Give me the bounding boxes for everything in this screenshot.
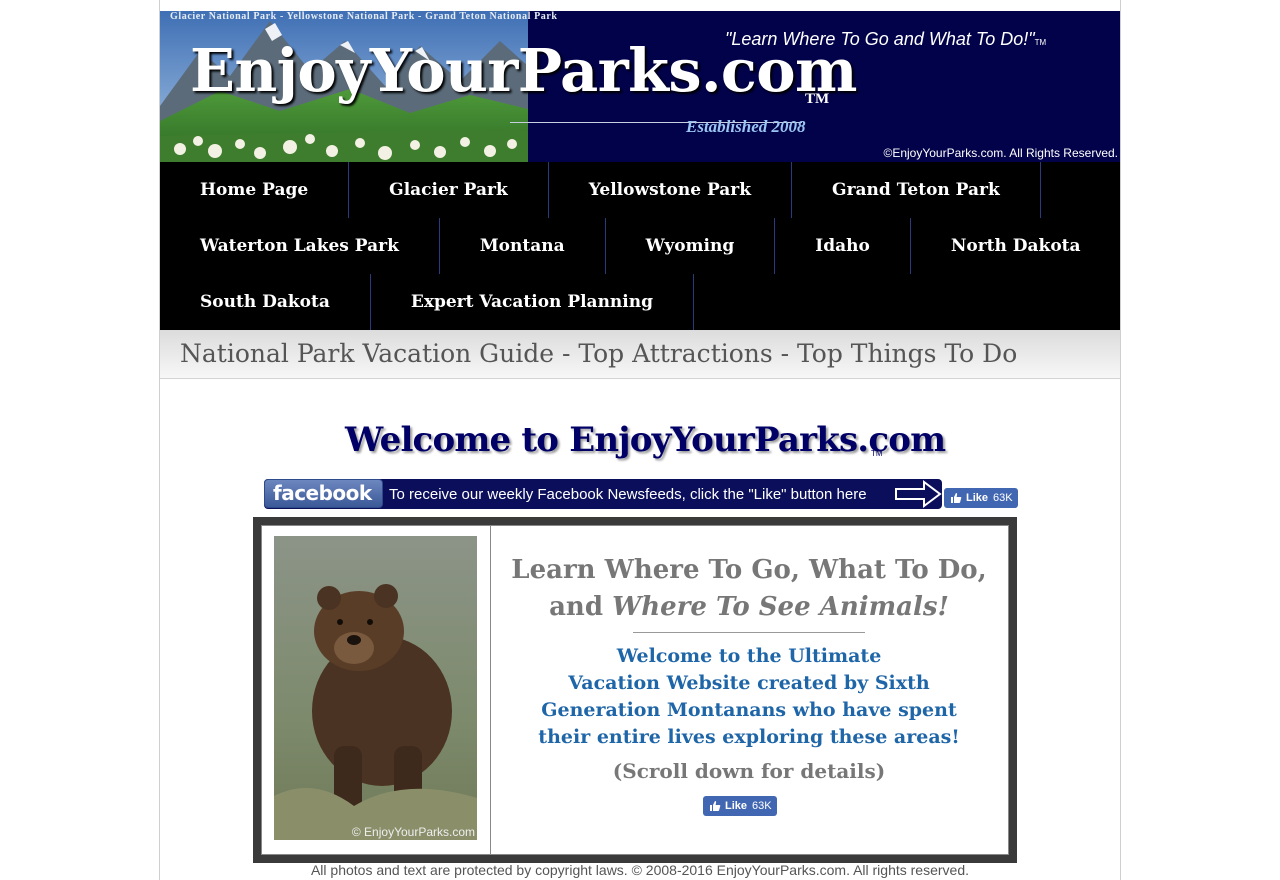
facebook-logo: facebook (264, 479, 383, 508)
nav-home-page[interactable]: Home Page (160, 162, 350, 218)
nav-grand-teton-park[interactable]: Grand Teton Park (792, 162, 1041, 218)
slogan-text: "Learn Where To Go and What To Do!" (725, 29, 1035, 49)
feature-text-panel: Learn Where To Go, What To Do, and Where… (490, 526, 1009, 854)
main-navigation: Home Page Glacier Park Yellowstone Park … (160, 162, 1120, 330)
headline-divider (633, 632, 865, 633)
facebook-banner[interactable]: facebook To receive our weekly Facebook … (264, 479, 942, 509)
feature-headline: Learn Where To Go, What To Do, and Where… (490, 552, 1008, 626)
like-count: 63K (752, 800, 772, 812)
nav-row: South Dakota Expert Vacation Planning (160, 274, 1120, 330)
nav-south-dakota[interactable]: South Dakota (160, 274, 371, 330)
headline-line-2-italic: Where To See Animals! (612, 592, 949, 622)
nav-waterton-lakes-park[interactable]: Waterton Lakes Park (160, 218, 440, 274)
thumbs-up-icon (951, 493, 962, 503)
nav-row: Home Page Glacier Park Yellowstone Park … (160, 162, 1120, 218)
photo-credit: © EnjoyYourParks.com (351, 825, 475, 839)
site-banner[interactable]: Glacier National Park - Yellowstone Nati… (160, 11, 1120, 162)
nav-idaho[interactable]: Idaho (775, 218, 911, 274)
parks-strip-text: Glacier National Park - Yellowstone Nati… (170, 11, 558, 22)
welcome-blurb: Welcome to the Ultimate Vacation Website… (490, 643, 1008, 751)
logo-trademark: TM (805, 91, 830, 107)
feature-box: © EnjoyYourParks.com Learn Where To Go, … (253, 517, 1017, 863)
feature-box-inner: © EnjoyYourParks.com Learn Where To Go, … (261, 525, 1009, 855)
nav-north-dakota[interactable]: North Dakota (911, 218, 1120, 274)
guide-bar-text: National Park Vacation Guide - Top Attra… (180, 339, 1018, 368)
like-label: Like (966, 492, 989, 504)
page-container: Glacier National Park - Yellowstone Nati… (159, 0, 1121, 880)
established-text: Established 2008 (686, 117, 806, 136)
banner-copyright: ©EnjoyYourParks.com. All Rights Reserved… (883, 146, 1119, 160)
nav-row: Waterton Lakes Park Montana Wyoming Idah… (160, 218, 1120, 274)
facebook-like-button[interactable]: Like 63K (944, 488, 1018, 508)
grizzly-bear-photo: © EnjoyYourParks.com (274, 536, 477, 840)
arrow-right-icon (895, 480, 942, 508)
headline-line-2-plain: and (549, 592, 613, 622)
scroll-note: (Scroll down for details) (612, 759, 886, 783)
blurb-line: their entire lives exploring these areas… (538, 726, 960, 748)
nav-montana[interactable]: Montana (440, 218, 606, 274)
footer-copyright: All photos and text are protected by cop… (310, 862, 970, 878)
blurb-line: Welcome to the Ultimate (616, 645, 882, 667)
nav-glacier-park[interactable]: Glacier Park (349, 162, 549, 218)
nav-expert-vacation-planning[interactable]: Expert Vacation Planning (371, 274, 695, 330)
blurb-line: Generation Montanans who have spent (541, 699, 957, 721)
facebook-message: To receive our weekly Facebook Newsfeeds… (389, 486, 867, 503)
thumbs-up-icon (710, 801, 721, 811)
headline-line-2: and Where To See Animals! (490, 589, 1008, 626)
nav-yellowstone-park[interactable]: Yellowstone Park (549, 162, 793, 218)
facebook-logo-text: facebook (273, 481, 372, 505)
guide-bar: National Park Vacation Guide - Top Attra… (160, 330, 1120, 379)
welcome-trademark: TM (871, 449, 883, 458)
headline-line-1: Learn Where To Go, What To Do, (511, 555, 987, 585)
blurb-line: Vacation Website created by Sixth (568, 672, 930, 694)
nav-wyoming[interactable]: Wyoming (606, 218, 776, 274)
bear-photo-frame: © EnjoyYourParks.com (262, 526, 491, 854)
slogan: "Learn Where To Go and What To Do!"TM (725, 29, 1046, 50)
welcome-heading: Welcome to EnjoyYourParks.com (345, 420, 946, 460)
slogan-trademark: TM (1034, 38, 1047, 47)
feature-like-button[interactable]: Like 63K (703, 796, 777, 816)
like-count: 63K (993, 492, 1013, 504)
like-label: Like (725, 800, 748, 812)
